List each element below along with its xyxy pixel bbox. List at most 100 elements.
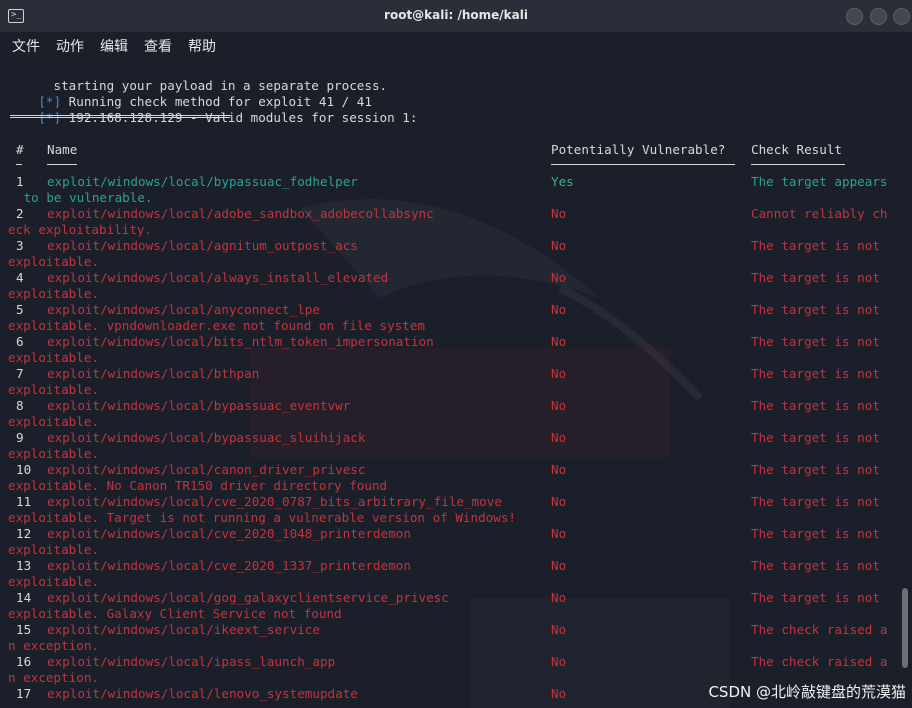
row-number: 17 bbox=[16, 686, 32, 701]
module-name: exploit/windows/local/ikeext_service bbox=[47, 622, 320, 637]
check-result-continued: to be vulnerable. bbox=[16, 190, 153, 205]
module-name: exploit/windows/local/gog_galaxyclientse… bbox=[47, 590, 449, 605]
row-number: 5 bbox=[16, 302, 24, 317]
vulnerable-value: No bbox=[551, 558, 567, 573]
column-header-result: Check Result bbox=[751, 142, 842, 157]
output-line: starting your payload in a separate proc… bbox=[8, 62, 388, 93]
vulnerable-value: No bbox=[551, 270, 567, 285]
module-name: exploit/windows/local/cve_2020_1337_prin… bbox=[47, 558, 411, 573]
menu-help[interactable]: 帮助 bbox=[188, 36, 216, 56]
column-underline bbox=[551, 164, 735, 165]
row-number: 7 bbox=[16, 366, 24, 381]
check-result-continued: exploitable. bbox=[8, 414, 99, 429]
vulnerable-value: No bbox=[551, 686, 567, 701]
check-result-continued: exploitable. bbox=[8, 382, 99, 397]
check-result: The target is not bbox=[751, 302, 880, 317]
row-number: 2 bbox=[16, 206, 24, 221]
module-name: exploit/windows/local/bits_ntlm_token_im… bbox=[47, 334, 434, 349]
check-result: The target is not bbox=[751, 526, 880, 541]
check-result-continued: exploitable. No Canon TR150 driver direc… bbox=[8, 478, 388, 493]
module-name: exploit/windows/local/cve_2020_1048_prin… bbox=[47, 526, 411, 541]
minimize-button[interactable] bbox=[846, 8, 863, 25]
check-result-continued: exploitable. Target is not running a vul… bbox=[8, 510, 516, 525]
vulnerable-value: No bbox=[551, 398, 567, 413]
vulnerable-value: No bbox=[551, 494, 567, 509]
row-number: 15 bbox=[16, 622, 32, 637]
check-result-continued: exploitable. bbox=[8, 542, 99, 557]
vulnerable-value: No bbox=[551, 302, 567, 317]
vulnerable-value: No bbox=[551, 238, 567, 253]
check-result: The target is not bbox=[751, 270, 880, 285]
scrollbar-thumb[interactable] bbox=[902, 588, 908, 668]
check-result-continued: exploitable. bbox=[8, 574, 99, 589]
module-name: exploit/windows/local/cve_2020_0787_bits… bbox=[47, 494, 502, 509]
column-underline bbox=[16, 164, 22, 165]
vulnerable-value: No bbox=[551, 334, 567, 349]
check-result: The target is not bbox=[751, 590, 880, 605]
check-result: The target is not bbox=[751, 334, 880, 349]
check-result-continued: eck exploitability. bbox=[8, 222, 153, 237]
vulnerable-value: No bbox=[551, 622, 567, 637]
menu-view[interactable]: 查看 bbox=[144, 36, 172, 56]
terminal-output[interactable]: starting your payload in a separate proc… bbox=[0, 58, 900, 708]
module-name: exploit/windows/local/anyconnect_lpe bbox=[47, 302, 320, 317]
row-number: 16 bbox=[16, 654, 32, 669]
row-number: 11 bbox=[16, 494, 32, 509]
row-number: 3 bbox=[16, 238, 24, 253]
module-name: exploit/windows/local/lenovo_systemupdat… bbox=[47, 686, 358, 701]
output-line: [*] Running check method for exploit 41 … bbox=[8, 78, 372, 109]
menu-action[interactable]: 动作 bbox=[56, 36, 84, 56]
module-name: exploit/windows/local/canon_driver_prive… bbox=[47, 462, 366, 477]
check-result-continued: n exception. bbox=[8, 638, 99, 653]
check-result-continued: exploitable. bbox=[8, 286, 99, 301]
check-result-continued: exploitable. bbox=[8, 254, 99, 269]
row-number: 1 bbox=[16, 174, 24, 189]
module-name: exploit/windows/local/bypassuac_fodhelpe… bbox=[47, 174, 358, 189]
check-result: The target is not bbox=[751, 398, 880, 413]
row-number: 10 bbox=[16, 462, 32, 477]
column-header-name: Name bbox=[47, 142, 78, 157]
output-line: [*] 192.168.128.129 - Valid modules for … bbox=[8, 94, 417, 125]
separator-rule bbox=[10, 115, 230, 118]
check-result: The check raised a bbox=[751, 622, 888, 637]
vulnerable-value: Yes bbox=[551, 174, 574, 189]
check-result: The target appears bbox=[751, 174, 888, 189]
check-result: The target is not bbox=[751, 366, 880, 381]
menu-bar: 文件 动作 编辑 查看 帮助 bbox=[0, 32, 912, 58]
vulnerable-value: No bbox=[551, 366, 567, 381]
column-header-vulnerable: Potentially Vulnerable? bbox=[551, 142, 726, 157]
module-name: exploit/windows/local/agnitum_outpost_ac… bbox=[47, 238, 358, 253]
row-number: 9 bbox=[16, 430, 24, 445]
vulnerable-value: No bbox=[551, 654, 567, 669]
check-result: The target is not bbox=[751, 238, 880, 253]
check-result: The target is not bbox=[751, 494, 880, 509]
column-underline bbox=[47, 164, 77, 165]
row-number: 13 bbox=[16, 558, 32, 573]
check-result-continued: exploitable. bbox=[8, 446, 99, 461]
row-number: 4 bbox=[16, 270, 24, 285]
module-name: exploit/windows/local/adobe_sandbox_adob… bbox=[47, 206, 434, 221]
check-result: Cannot reliably ch bbox=[751, 206, 888, 221]
title-bar: >_ root@kali: /home/kali bbox=[0, 0, 912, 33]
check-result: The target is not bbox=[751, 430, 880, 445]
vulnerable-value: No bbox=[551, 462, 567, 477]
menu-file[interactable]: 文件 bbox=[12, 36, 40, 56]
vulnerable-value: No bbox=[551, 430, 567, 445]
vulnerable-value: No bbox=[551, 206, 567, 221]
maximize-button[interactable] bbox=[870, 8, 887, 25]
csdn-watermark: CSDN @北岭敲键盘的荒漠猫 bbox=[708, 683, 906, 701]
check-result-continued: exploitable. bbox=[8, 350, 99, 365]
row-number: 8 bbox=[16, 398, 24, 413]
row-number: 14 bbox=[16, 590, 32, 605]
module-name: exploit/windows/local/always_install_ele… bbox=[47, 270, 389, 285]
row-number: 6 bbox=[16, 334, 24, 349]
vulnerable-value: No bbox=[551, 526, 567, 541]
module-name: exploit/windows/local/ipass_launch_app bbox=[47, 654, 336, 669]
module-name: exploit/windows/local/bypassuac_eventvwr bbox=[47, 398, 351, 413]
column-underline bbox=[751, 164, 845, 165]
check-result: The target is not bbox=[751, 462, 880, 477]
check-result-continued: exploitable. vpndownloader.exe not found… bbox=[8, 318, 426, 333]
close-button[interactable] bbox=[893, 8, 910, 25]
window-title: root@kali: /home/kali bbox=[384, 8, 528, 22]
menu-edit[interactable]: 编辑 bbox=[100, 36, 128, 56]
